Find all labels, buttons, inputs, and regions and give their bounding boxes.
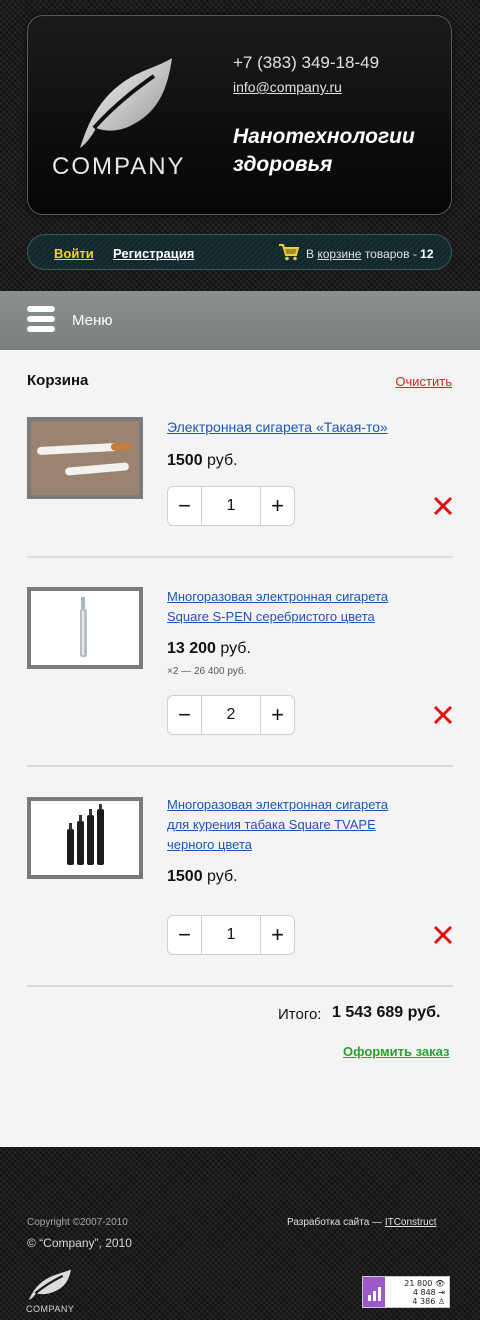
- counter-visits: 4 848 ⇥: [413, 1288, 445, 1297]
- header-slogan: Нанотехнологии здоровья: [233, 123, 443, 179]
- product-name-line[interactable]: Square S-PEN серебристого цвета: [167, 607, 407, 627]
- product-price: 1500 руб.: [167, 868, 238, 886]
- plus-icon[interactable]: +: [260, 696, 294, 734]
- footer-copyright: Copyright ©2007-2010: [27, 1217, 128, 1228]
- header-panel: COMPANY +7 (383) 349-18-49 info@company.…: [27, 15, 452, 215]
- product-price: 1500 руб.: [167, 452, 238, 470]
- plus-icon[interactable]: +: [260, 487, 294, 525]
- cart-item: Многоразовая электронная сигарета Square…: [27, 587, 453, 737]
- quantity-value[interactable]: 1: [202, 916, 260, 954]
- user-bar: Войти Регистрация В корзине товаров - 12: [27, 234, 452, 270]
- cart-item: Многоразовая электронная сигарета для ку…: [27, 797, 453, 957]
- cart-link[interactable]: корзине: [317, 247, 361, 261]
- cart-prefix: В: [306, 247, 315, 261]
- slogan-line: Нанотехнологии: [233, 125, 415, 148]
- checkout-link[interactable]: Оформить заказ: [343, 1044, 449, 1059]
- counter-bars-icon: [363, 1277, 385, 1307]
- remove-item-icon[interactable]: [433, 705, 453, 725]
- product-image[interactable]: [27, 587, 143, 669]
- cart-item: Электронная сигарета «Такая-то» 1500 руб…: [27, 417, 453, 537]
- cart-count: 12: [420, 247, 434, 261]
- plus-icon[interactable]: +: [260, 916, 294, 954]
- price-currency: руб.: [207, 452, 238, 469]
- visit-counter[interactable]: 21 800 👁 4 848 ⇥ 4 386 ♙: [362, 1276, 450, 1308]
- minus-icon[interactable]: −: [168, 916, 202, 954]
- product-image[interactable]: [27, 417, 143, 499]
- header-phone: +7 (383) 349-18-49: [233, 53, 380, 72]
- page-title: Корзина: [27, 372, 89, 389]
- slogan-line: здоровья: [233, 153, 333, 176]
- product-image[interactable]: [27, 797, 143, 879]
- cart-summary: В корзине товаров - 12: [306, 247, 434, 261]
- footer-leaf-logo-icon[interactable]: [27, 1269, 71, 1301]
- login-link[interactable]: Войти: [54, 246, 94, 261]
- eye-icon: 👁: [434, 1279, 445, 1288]
- price-number: 1500: [167, 868, 203, 885]
- counter-visitors-value: 4 386: [412, 1297, 436, 1306]
- developer-prefix: Разработка сайта —: [287, 1217, 383, 1228]
- black-vaporizers-image-icon: [31, 801, 139, 875]
- cart-middle: товаров -: [364, 247, 417, 261]
- cigarette-image-icon: [31, 421, 139, 495]
- divider: [27, 985, 453, 987]
- cart-content: Корзина Очистить Электронная сигарета «Т…: [0, 350, 480, 1147]
- total-value: 1 543 689 руб.: [332, 1004, 441, 1021]
- shopping-cart-icon[interactable]: [278, 243, 300, 261]
- price-subtotal: ×2 — 26 400 руб.: [167, 666, 247, 677]
- footer-developer: Разработка сайта — ITConstruct: [287, 1217, 437, 1228]
- product-name-link[interactable]: Многоразовая электронная сигарета Square…: [167, 587, 407, 627]
- silver-pen-image-icon: [31, 591, 139, 665]
- remove-item-icon[interactable]: [433, 496, 453, 516]
- counter-views-value: 21 800: [404, 1279, 433, 1288]
- menu-label[interactable]: Меню: [72, 312, 113, 329]
- divider: [27, 556, 453, 558]
- header-email-link[interactable]: info@company.ru: [233, 79, 342, 95]
- divider: [27, 765, 453, 767]
- product-name-line[interactable]: черного цвета: [167, 835, 407, 855]
- product-name-link[interactable]: Многоразовая электронная сигарета для ку…: [167, 795, 407, 855]
- product-name-line[interactable]: Многоразовая электронная сигарета: [167, 587, 407, 607]
- counter-views: 21 800 👁: [404, 1279, 445, 1288]
- price-number: 1500: [167, 452, 203, 469]
- register-link[interactable]: Регистрация: [113, 246, 194, 261]
- developer-link[interactable]: ITConstruct: [385, 1217, 437, 1228]
- product-name-link[interactable]: Электронная сигарета «Такая-то»: [167, 417, 407, 437]
- enter-icon: ⇥: [438, 1288, 445, 1297]
- quantity-value[interactable]: 2: [202, 696, 260, 734]
- quantity-value[interactable]: 1: [202, 487, 260, 525]
- leaf-logo-icon[interactable]: [76, 56, 172, 150]
- minus-icon[interactable]: −: [168, 696, 202, 734]
- counter-visitors: 4 386 ♙: [412, 1297, 445, 1306]
- product-price: 13 200 руб.: [167, 640, 251, 658]
- price-currency: руб.: [207, 868, 238, 885]
- price-number: 13 200: [167, 640, 216, 657]
- total-label: Итого:: [278, 1006, 322, 1023]
- footer-company: © “Company”, 2010: [27, 1236, 132, 1250]
- menu-bar[interactable]: Меню: [0, 291, 480, 350]
- minus-icon[interactable]: −: [168, 487, 202, 525]
- person-icon: ♙: [437, 1297, 445, 1306]
- product-name-line[interactable]: для курения табака Square TVAPE: [167, 815, 407, 835]
- clear-cart-link[interactable]: Очистить: [395, 374, 452, 389]
- product-name-line[interactable]: Многоразовая электронная сигарета: [167, 795, 407, 815]
- price-currency: руб.: [220, 640, 251, 657]
- logo-text: COMPANY: [52, 153, 186, 180]
- remove-item-icon[interactable]: [433, 925, 453, 945]
- hamburger-menu-icon[interactable]: [27, 306, 55, 334]
- footer-logo-text: COMPANY: [26, 1304, 75, 1314]
- quantity-stepper[interactable]: − 2 +: [167, 695, 295, 735]
- quantity-stepper[interactable]: − 1 +: [167, 915, 295, 955]
- counter-visits-value: 4 848: [412, 1288, 436, 1297]
- quantity-stepper[interactable]: − 1 +: [167, 486, 295, 526]
